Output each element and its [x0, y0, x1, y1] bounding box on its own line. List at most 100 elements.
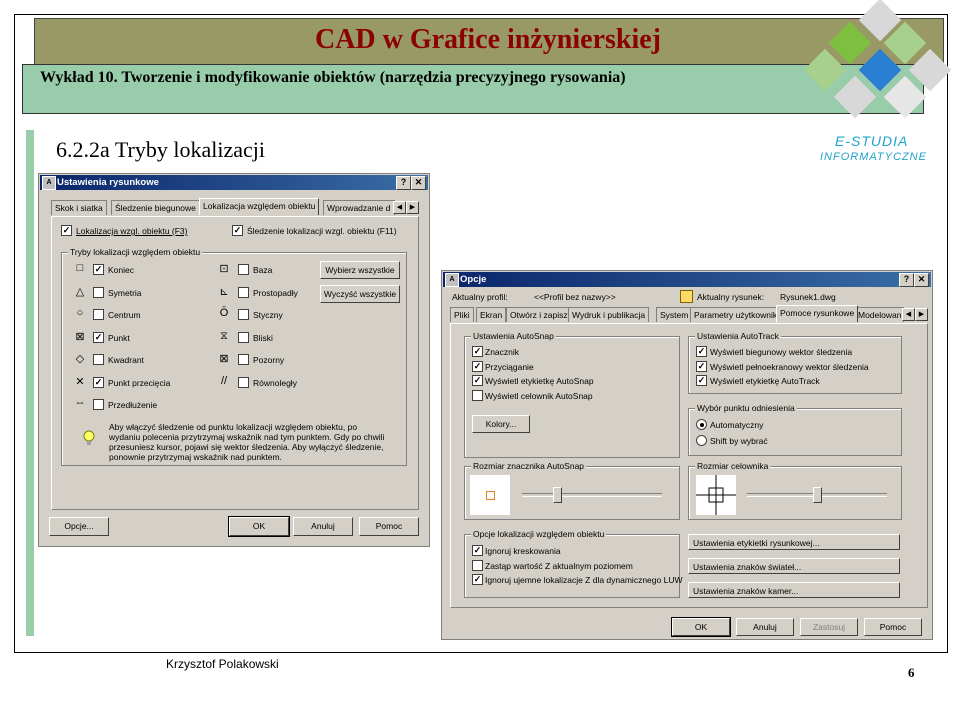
- alignment-radio[interactable]: [696, 435, 707, 446]
- tab-polar-tracking[interactable]: Śledzenie biegunowe: [111, 200, 200, 215]
- help-title-button[interactable]: ?: [396, 176, 411, 190]
- drafting-settings-dialog: A Ustawienia rysunkowe ? ✕ Skok i siatka…: [38, 173, 430, 547]
- osnap-on-checkbox[interactable]: ✓: [61, 225, 72, 236]
- group-label: Tryby lokalizacji względem obiektu: [68, 247, 203, 257]
- help-button[interactable]: Pomoc: [864, 618, 922, 636]
- apply-button[interactable]: Zastosuj: [800, 618, 858, 636]
- snap-mode-checkbox[interactable]: ✓: [93, 264, 104, 275]
- osnap-tracking-label: Śledzenie lokalizacji wzgl. obiektu (F11…: [247, 226, 397, 236]
- autosnap-option-label: Wyświetl celownik AutoSnap: [485, 390, 593, 401]
- close-button[interactable]: ✕: [914, 273, 929, 287]
- snap-mode-label: Punkt przecięcia: [108, 377, 171, 388]
- snap-symbol-icon: ⊡: [219, 263, 229, 275]
- osnap-on-label: Lokalizacja wzgl. obiektu (F3): [76, 226, 188, 236]
- close-button[interactable]: ✕: [411, 176, 426, 190]
- snap-mode-label: Bliski: [253, 332, 273, 343]
- e-studia-logo: [790, 0, 960, 130]
- current-drawing-label: Aktualny rysunek:: [697, 292, 765, 302]
- osnap-tracking-checkbox[interactable]: ✓: [232, 225, 243, 236]
- autotrack-option-checkbox[interactable]: ✓: [696, 360, 707, 372]
- cameras-glyph-settings-button[interactable]: Ustawienia znaków kamer...: [688, 582, 900, 598]
- tab-drafting[interactable]: Pomoce rysunkowe: [776, 305, 859, 322]
- osnap-option-checkbox[interactable]: [472, 559, 483, 571]
- select-all-button[interactable]: Wybierz wszystkie: [320, 261, 400, 279]
- autosnap-option-checkbox[interactable]: ✓: [472, 375, 483, 386]
- left-accent-strip: [26, 130, 34, 636]
- tab-files[interactable]: Pliki: [450, 307, 474, 322]
- autotrack-option-label: Wyświetl pełnoekranowy wektor śledzenia: [710, 361, 869, 372]
- ok-button[interactable]: OK: [671, 617, 731, 637]
- snap-mode-checkbox[interactable]: [93, 399, 104, 410]
- snap-symbol-icon: Ō: [219, 307, 229, 319]
- aperture-preview: [696, 475, 736, 515]
- snap-mode-label: Centrum: [108, 310, 141, 320]
- help-button[interactable]: Pomoc: [359, 517, 419, 536]
- tab-display[interactable]: Ekran: [476, 307, 507, 322]
- tab-object-snap[interactable]: Lokalizacja względem obiektu: [199, 198, 320, 215]
- snap-mode-checkbox[interactable]: ✓: [93, 376, 104, 388]
- dialog-titlebar: A Opcje ? ✕: [443, 272, 931, 287]
- tab-dynamic-input[interactable]: Wprowadzanie d: [323, 200, 395, 215]
- autosnap-option-checkbox[interactable]: [472, 389, 483, 401]
- snap-mode-checkbox[interactable]: [238, 264, 249, 275]
- colors-button[interactable]: Kolory...: [472, 415, 530, 433]
- autotrack-option-label: Wyświetl biegunowy wektor śledzenia: [710, 347, 853, 357]
- lights-glyph-settings-button[interactable]: Ustawienia znaków świateł...: [688, 558, 900, 574]
- snap-mode-label: Przedłużenie: [108, 400, 158, 410]
- snap-mode-checkbox[interactable]: ✓: [93, 331, 104, 343]
- autotrack-option-checkbox[interactable]: ✓: [696, 375, 707, 386]
- tab-scroll-left-icon[interactable]: ◀: [393, 201, 406, 214]
- drafting-tooltip-settings-button[interactable]: Ustawienia etykietki rysunkowej...: [688, 534, 900, 550]
- tab-plot-publish[interactable]: Wydruk i publikacja: [568, 307, 650, 322]
- autotrack-option-checkbox[interactable]: ✓: [696, 346, 707, 357]
- clear-all-button[interactable]: Wyczyść wszystkie: [320, 285, 400, 303]
- snap-mode-label: Styczny: [253, 310, 283, 320]
- cancel-button[interactable]: Anuluj: [293, 517, 353, 536]
- snap-mode-checkbox[interactable]: [238, 354, 249, 365]
- alignment-acquisition-group: Wybór punktu odniesienia: [688, 403, 902, 456]
- snap-symbol-icon: --: [76, 397, 84, 409]
- help-title-button[interactable]: ?: [899, 273, 914, 287]
- tab-snap-grid[interactable]: Skok i siatka: [51, 200, 107, 215]
- osnap-option-label: Ignoruj ujemne lokalizacje Z dla dynamic…: [485, 575, 683, 585]
- snap-mode-checkbox[interactable]: [93, 309, 104, 320]
- snap-mode-checkbox[interactable]: [238, 331, 249, 343]
- snap-mode-checkbox[interactable]: [93, 286, 104, 298]
- snap-symbol-icon: ○: [76, 307, 84, 319]
- aperture-size-slider[interactable]: [813, 487, 822, 503]
- alignment-radio[interactable]: [696, 419, 707, 430]
- osnap-option-checkbox[interactable]: ✓: [472, 574, 483, 585]
- group-label: Wybór punktu odniesienia: [695, 403, 797, 413]
- group-label: Rozmiar celownika: [695, 461, 771, 471]
- snap-mode-label: Równoległy: [253, 377, 297, 388]
- section-heading: 6.2.2a Tryby lokalizacji: [56, 137, 265, 162]
- current-drawing-value: Rysunek1.dwg: [780, 292, 836, 302]
- tab-user-preferences[interactable]: Parametry użytkownika: [690, 307, 786, 322]
- options-button[interactable]: Opcje...: [49, 517, 109, 536]
- snap-mode-checkbox[interactable]: [238, 376, 249, 388]
- snap-symbol-icon: ⧖: [220, 329, 228, 342]
- marker-size-slider[interactable]: [553, 487, 562, 503]
- group-label: Ustawienia AutoTrack: [695, 331, 781, 341]
- tab-3d-modeling[interactable]: Modelowan: [854, 307, 904, 322]
- tab-open-save[interactable]: Otwórz i zapisz: [506, 307, 572, 322]
- snap-mode-label: Punkt: [108, 332, 130, 343]
- cancel-button[interactable]: Anuluj: [736, 618, 794, 636]
- ok-button[interactable]: OK: [228, 516, 290, 537]
- tab-scroll-right-icon[interactable]: ▶: [406, 201, 419, 214]
- dialog-title: Opcje: [460, 274, 487, 285]
- marker-preview: [470, 475, 510, 515]
- osnap-option-checkbox[interactable]: ✓: [472, 545, 483, 556]
- autosnap-option-checkbox[interactable]: ✓: [472, 346, 483, 357]
- autosnap-option-checkbox[interactable]: ✓: [472, 360, 483, 372]
- snap-mode-checkbox[interactable]: [238, 286, 249, 298]
- info-text: Aby włączyć śledzenie od punktu lokaliza…: [109, 422, 385, 462]
- tab-scroll-right-icon[interactable]: ▶: [915, 308, 928, 321]
- snap-mode-checkbox[interactable]: [93, 354, 104, 365]
- dialog-title: Ustawienia rysunkowe: [57, 177, 159, 188]
- snap-mode-checkbox[interactable]: [238, 309, 249, 320]
- snap-symbol-icon: △: [75, 285, 85, 298]
- tab-scroll-left-icon[interactable]: ◀: [902, 308, 915, 321]
- tab-system[interactable]: System: [656, 307, 693, 322]
- page-number: 6: [908, 665, 915, 680]
